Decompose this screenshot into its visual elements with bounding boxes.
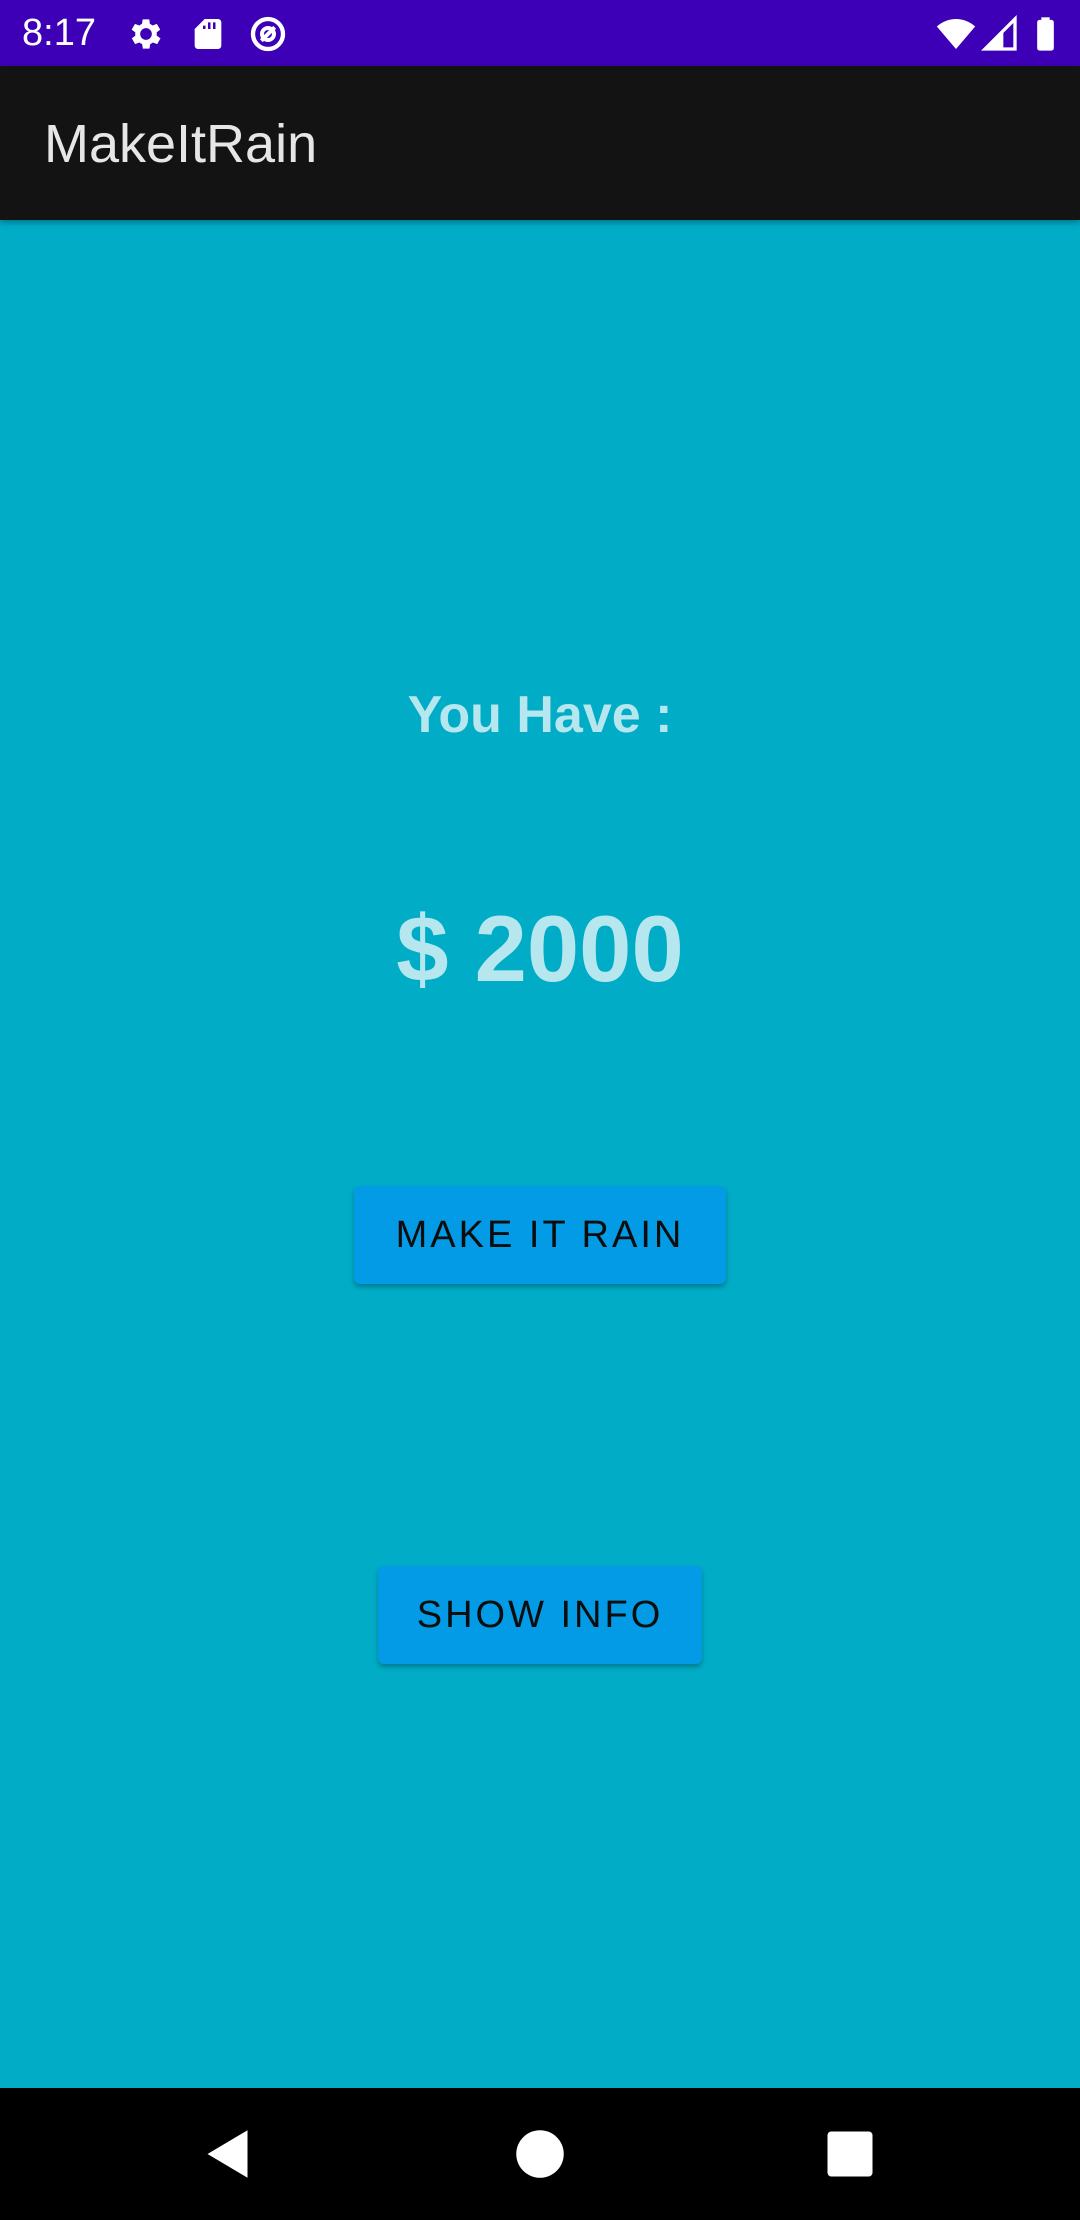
app-title: MakeItRain (44, 114, 318, 174)
home-icon[interactable] (510, 2124, 570, 2184)
show-info-button[interactable]: SHOW INFO (378, 1566, 702, 1664)
app-screen: 8:17 MakeItRain You Have : $ 2000 MAKE I… (0, 0, 1080, 2220)
app-bar: MakeItRain (0, 66, 1080, 220)
gear-icon (126, 14, 166, 54)
signal-icon (980, 14, 1020, 54)
navigation-bar (0, 2088, 1080, 2220)
back-icon[interactable] (200, 2124, 260, 2184)
status-bar: 8:17 (0, 0, 1080, 66)
make-it-rain-button[interactable]: MAKE IT RAIN (354, 1186, 726, 1284)
recents-icon[interactable] (820, 2124, 880, 2184)
wifi-icon (936, 14, 976, 54)
battery-icon (1028, 14, 1068, 54)
balance-label: You Have : (407, 686, 673, 744)
at-sign-icon (248, 14, 288, 54)
balance-amount: $ 2000 (396, 896, 684, 1001)
status-time: 8:17 (22, 12, 96, 54)
sd-card-icon (188, 14, 228, 54)
